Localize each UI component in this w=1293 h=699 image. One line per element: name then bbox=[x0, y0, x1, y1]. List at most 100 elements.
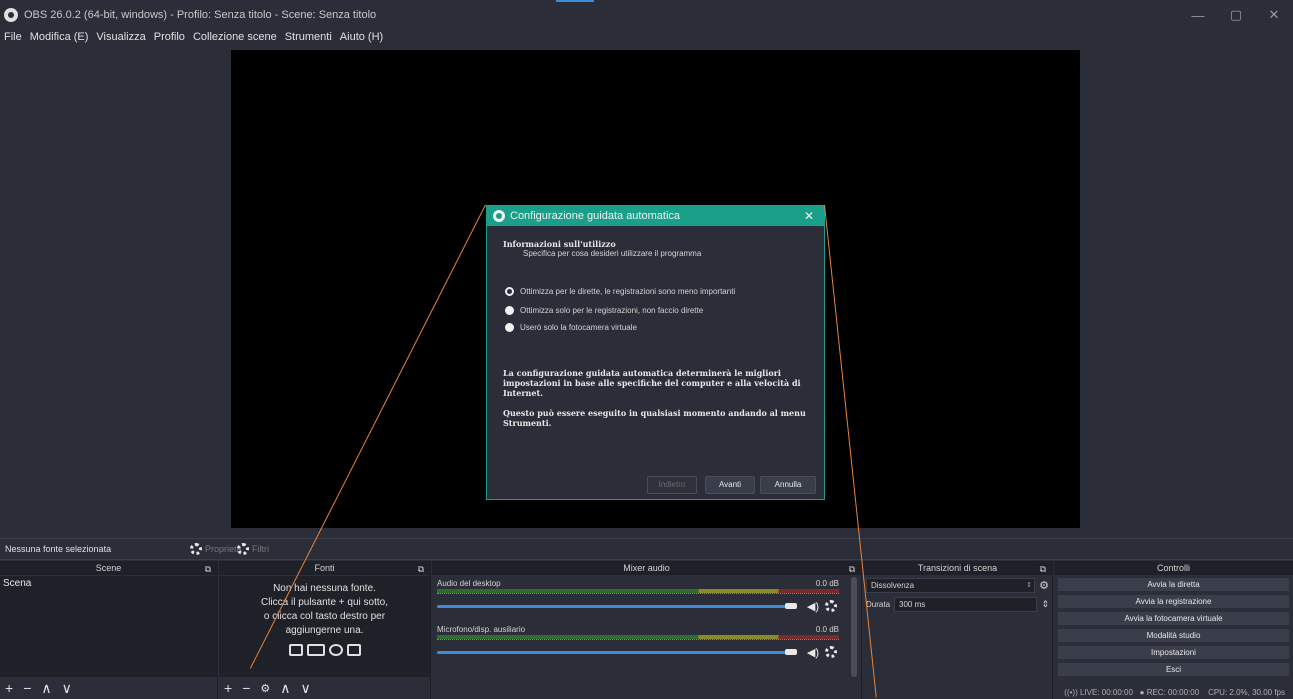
gear-icon[interactable]: ⚙ bbox=[1039, 579, 1049, 592]
down-icon[interactable]: ∨ bbox=[301, 680, 311, 697]
chevron-updown-icon: ⇕ bbox=[1026, 582, 1033, 589]
sources-list[interactable]: Non hai nessuna fonte. Clicca il pulsant… bbox=[219, 576, 430, 677]
gear-icon[interactable] bbox=[825, 646, 837, 658]
add-icon[interactable]: + bbox=[224, 680, 232, 696]
option-label: Ottimizza per le dirette, le registrazio… bbox=[520, 287, 736, 296]
volume-slider[interactable] bbox=[437, 651, 795, 654]
hint-line: Non hai nessuna fonte. bbox=[273, 583, 376, 594]
back-button[interactable]: Indietro bbox=[647, 476, 697, 494]
channel-name: Microfono/disp. ausiliario bbox=[437, 625, 526, 634]
transition-row: Dissolvenza ⇕ ⚙ bbox=[866, 577, 1049, 594]
live-time: LIVE: 00:00:00 bbox=[1080, 688, 1133, 697]
display-icon bbox=[306, 644, 325, 656]
remove-icon[interactable]: − bbox=[242, 680, 250, 696]
settings-button[interactable]: Impostazioni bbox=[1057, 645, 1290, 660]
option-streaming[interactable]: Ottimizza per le dirette, le registrazio… bbox=[505, 287, 735, 296]
scenes-footer: + − ∧ ∨ bbox=[0, 677, 217, 699]
start-virtual-camera-button[interactable]: Avvia la fotocamera virtuale bbox=[1057, 611, 1290, 626]
radio-icon[interactable] bbox=[505, 287, 514, 296]
maximize-button[interactable]: ▢ bbox=[1217, 0, 1255, 30]
start-streaming-button[interactable]: Avvia la diretta bbox=[1057, 577, 1290, 592]
speaker-icon[interactable]: ◀) bbox=[807, 600, 819, 613]
obs-logo-icon bbox=[4, 8, 18, 22]
filters-button[interactable]: Filtri bbox=[237, 540, 269, 558]
mixer-dock: Mixer audio ⧉ Audio del desktop 0.0 dB ◀… bbox=[432, 561, 862, 699]
status-bar: ((•)) LIVE: 00:00:00 ● REC: 00:00:00 CPU… bbox=[1064, 688, 1285, 697]
no-sources-hint: Non hai nessuna fonte. Clicca il pulsant… bbox=[219, 582, 430, 638]
sources-footer: + − ⚙ ∧ ∨ bbox=[219, 677, 430, 699]
source-type-icons bbox=[219, 644, 430, 656]
channel-name: Audio del desktop bbox=[437, 579, 501, 588]
scenes-dock: Scene ⧉ Scena + − ∧ ∨ bbox=[0, 561, 218, 699]
transition-select[interactable]: Dissolvenza ⇕ bbox=[866, 578, 1036, 593]
scenes-list: Scena bbox=[0, 576, 217, 677]
menu-profile[interactable]: Profilo bbox=[150, 31, 189, 43]
sources-title-text: Fonti bbox=[314, 563, 335, 573]
up-icon[interactable]: ∧ bbox=[280, 680, 290, 697]
scene-item[interactable]: Scena bbox=[0, 576, 217, 591]
filter-icon bbox=[237, 543, 249, 555]
radio-icon[interactable] bbox=[505, 323, 514, 332]
meter-ticks bbox=[437, 639, 839, 642]
volume-slider[interactable] bbox=[437, 605, 795, 608]
filters-label: Filtri bbox=[252, 544, 269, 554]
window-title: OBS 26.0.2 (64-bit, windows) - Profilo: … bbox=[24, 9, 377, 21]
undock-icon[interactable]: ⧉ bbox=[849, 562, 855, 576]
radio-icon[interactable] bbox=[505, 306, 514, 315]
live-icon: ((•)) bbox=[1064, 688, 1078, 697]
add-icon[interactable]: + bbox=[5, 680, 13, 696]
rec-icon: ● bbox=[1139, 688, 1145, 697]
minimize-button[interactable]: — bbox=[1179, 0, 1217, 30]
transitions-dock: Transizioni di scena ⧉ Dissolvenza ⇕ ⚙ D… bbox=[863, 561, 1053, 699]
menu-scene-collection[interactable]: Collezione scene bbox=[189, 31, 281, 43]
menu-view[interactable]: Visualizza bbox=[92, 31, 149, 43]
down-icon[interactable]: ∨ bbox=[62, 680, 72, 697]
duration-input[interactable]: 300 ms bbox=[894, 597, 1038, 612]
channel-db: 0.0 dB bbox=[815, 625, 839, 634]
dialog-title-bar: Configurazione guidata automatica ✕ bbox=[487, 206, 824, 226]
next-button[interactable]: Avanti bbox=[705, 476, 755, 494]
scenes-dock-title: Scene ⧉ bbox=[0, 561, 217, 575]
volume-handle[interactable] bbox=[785, 603, 797, 609]
menu-tools[interactable]: Strumenti bbox=[281, 31, 336, 43]
controls-dock: Controlli Avvia la diretta Avvia la regi… bbox=[1054, 561, 1293, 699]
mixer-scrollbar[interactable] bbox=[851, 577, 857, 677]
no-source-label: Nessuna fonte selezionata bbox=[5, 544, 112, 554]
dialog-description: Questo può essere eseguito in qualsiasi … bbox=[503, 408, 806, 428]
remove-icon[interactable]: − bbox=[23, 680, 31, 696]
close-icon[interactable]: ✕ bbox=[804, 209, 814, 223]
undock-icon[interactable]: ⧉ bbox=[1040, 562, 1046, 576]
menu-bar: File Modifica (E) Visualizza Profilo Col… bbox=[0, 30, 1293, 44]
close-button[interactable]: ✕ bbox=[1255, 0, 1293, 30]
up-icon[interactable]: ∧ bbox=[41, 680, 51, 697]
exit-button[interactable]: Esci bbox=[1057, 662, 1290, 677]
transition-value: Dissolvenza bbox=[871, 581, 915, 590]
spin-icon[interactable]: ⇕ bbox=[1041, 599, 1049, 610]
option-virtual-camera[interactable]: Userò solo la fotocamera virtuale bbox=[505, 323, 637, 332]
studio-mode-button[interactable]: Modalità studio bbox=[1057, 628, 1290, 643]
channel-db: 0.0 dB bbox=[815, 579, 839, 588]
undock-icon[interactable]: ⧉ bbox=[205, 562, 211, 576]
duration-row: Durata 300 ms ⇕ bbox=[866, 596, 1049, 613]
properties-button[interactable]: Proprietà bbox=[190, 540, 242, 558]
menu-edit[interactable]: Modifica (E) bbox=[26, 31, 93, 43]
option-recording[interactable]: Ottimizza solo per le registrazioni, non… bbox=[505, 306, 703, 315]
meter-ticks bbox=[437, 593, 839, 596]
menu-file[interactable]: File bbox=[0, 31, 26, 43]
scenes-title-text: Scene bbox=[95, 563, 122, 573]
gear-icon[interactable]: ⚙ bbox=[260, 682, 270, 695]
volume-handle[interactable] bbox=[785, 649, 797, 655]
dialog-heading: Informazioni sull'utilizzo bbox=[503, 239, 616, 249]
gear-icon[interactable] bbox=[825, 600, 837, 612]
undock-icon[interactable]: ⧉ bbox=[418, 562, 424, 576]
option-label: Ottimizza solo per le registrazioni, non… bbox=[520, 306, 704, 315]
dialog-description: La configurazione guidata automatica det… bbox=[503, 368, 801, 398]
start-recording-button[interactable]: Avvia la registrazione bbox=[1057, 594, 1290, 609]
title-accent bbox=[556, 0, 594, 2]
menu-help[interactable]: Aiuto (H) bbox=[336, 31, 387, 43]
hint-line: Clicca il pulsante + qui sotto, bbox=[260, 597, 388, 608]
cancel-button[interactable]: Annulla bbox=[760, 476, 816, 494]
gear-icon bbox=[190, 543, 202, 555]
speaker-icon[interactable]: ◀) bbox=[807, 646, 819, 659]
mixer-channel: Audio del desktop 0.0 dB ◀) bbox=[435, 579, 841, 623]
